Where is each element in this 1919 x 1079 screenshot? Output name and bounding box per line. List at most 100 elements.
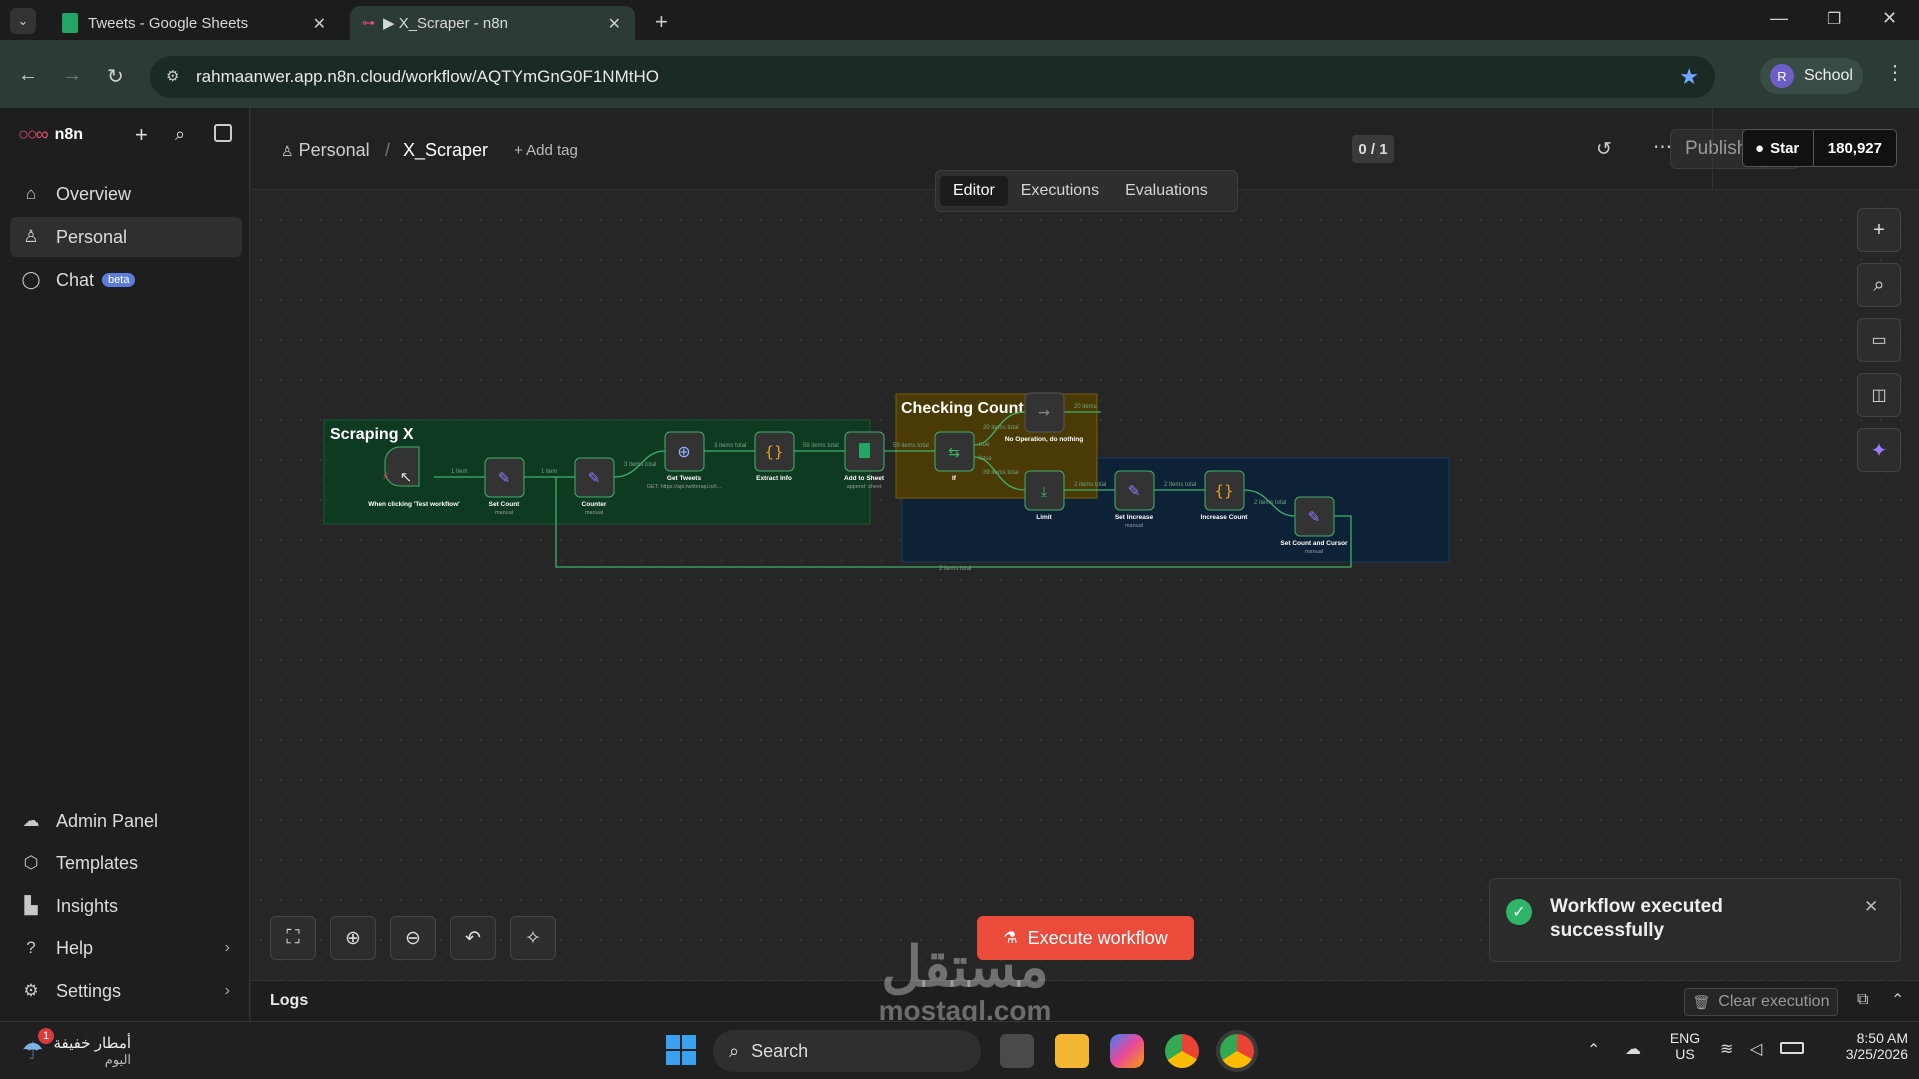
windows-start-icon[interactable] (666, 1035, 696, 1065)
fit-view-icon[interactable]: ⛶ (270, 916, 316, 960)
sidebar-item-insights[interactable]: ▙ Insights (10, 886, 242, 926)
file-explorer-icon[interactable] (1055, 1034, 1089, 1068)
task-view-icon[interactable] (1000, 1034, 1034, 1068)
node-set-increase[interactable]: ✎ (1114, 470, 1155, 511)
language-indicator[interactable]: ENG US (1664, 1030, 1706, 1062)
history-icon[interactable]: ↺ (1596, 138, 1612, 161)
add-tag-button[interactable]: + Add tag (514, 142, 578, 159)
search-icon[interactable]: ⌕ (175, 124, 185, 145)
chrome-icon[interactable] (1165, 1034, 1199, 1068)
sidebar-item-overview[interactable]: ⌂ Overview (10, 174, 242, 214)
workflow-canvas[interactable]: Scraping X Checking Count 1 item 1 item … (251, 190, 1919, 980)
sidebar-item-chat[interactable]: ◯ Chat beta (10, 260, 242, 300)
tab-evaluations[interactable]: Evaluations (1112, 176, 1221, 206)
tab-list-chevron-icon[interactable]: ⌄ (10, 8, 36, 34)
close-window-icon[interactable]: ✕ (1882, 8, 1897, 29)
restore-icon[interactable]: ❐ (1827, 9, 1841, 29)
profile-button[interactable]: R School (1760, 58, 1863, 94)
sidebar-item-admin-panel[interactable]: ☁ Admin Panel (10, 801, 242, 841)
node-increase-count[interactable]: {} (1204, 470, 1245, 511)
sticky-note-icon[interactable]: ▭ (1857, 318, 1901, 362)
node-limit[interactable]: ⤓ (1024, 470, 1065, 511)
node-sublabel: manual (1125, 523, 1143, 529)
node-label: Set Count (489, 501, 521, 508)
group-title-scraping: Scraping X (330, 426, 414, 443)
toast-message: Workflow executed successfully (1550, 896, 1723, 941)
new-tab-plus-icon[interactable]: + (655, 9, 668, 35)
tab-editor[interactable]: Editor (940, 176, 1008, 206)
undo-icon[interactable]: ↶ (450, 916, 496, 960)
node-label: Extract Info (756, 475, 792, 482)
node-set-count-and-cursor[interactable]: ✎ (1294, 496, 1335, 537)
node-get-tweets[interactable]: ⊕ (664, 431, 705, 472)
sidebar-item-personal[interactable]: ♙ Personal (10, 217, 242, 257)
search-nodes-icon[interactable]: ⌕ (1857, 263, 1901, 307)
onedrive-icon[interactable]: ☁ (1625, 1039, 1641, 1059)
sidebar: ○○∞ n8n + ⌕ ⌂ Overview ♙ Personal ◯ Chat… (0, 108, 250, 1021)
edge-label: 3 items total (714, 443, 746, 449)
panel-toggle-icon[interactable]: ◫ (1857, 373, 1901, 417)
url-input[interactable]: ⚙ rahmaanwer.app.n8n.cloud/workflow/AQTY… (150, 56, 1715, 98)
execute-workflow-button[interactable]: ⚗ Execute workflow (977, 916, 1194, 960)
node-add-to-sheet[interactable] (844, 431, 885, 472)
site-info-icon[interactable]: ⚙ (166, 67, 179, 85)
copilot-icon[interactable] (1110, 1034, 1144, 1068)
edge-label: 2 items total (1164, 482, 1196, 488)
popout-icon[interactable]: ⧉ (1857, 991, 1868, 1009)
node-extract-info[interactable]: {} (754, 431, 795, 472)
clear-execution-button[interactable]: 🗑 Clear execution (1684, 988, 1838, 1016)
chrome-profile-icon[interactable] (1220, 1034, 1254, 1068)
node-counter[interactable]: ✎ (574, 457, 615, 498)
close-tab-icon[interactable]: ✕ (313, 14, 326, 34)
edge-label: 59 items total (893, 443, 929, 449)
zoom-out-icon[interactable]: ⊖ (390, 916, 436, 960)
add-node-plus-icon[interactable]: + (1857, 208, 1901, 252)
tab-n8n-workflow[interactable]: ⊶ ▶ X_Scraper - n8n ✕ (350, 6, 635, 40)
battery-icon[interactable] (1780, 1042, 1804, 1054)
node-sublabel: append: sheet (847, 484, 882, 490)
workflow-name[interactable]: X_Scraper (403, 140, 488, 161)
weather-widget[interactable]: ☂ 1 أمطار خفيفة اليوم (22, 1028, 131, 1068)
avatar: R (1770, 64, 1794, 88)
zoom-in-icon[interactable]: ⊕ (330, 916, 376, 960)
sidebar-item-templates[interactable]: ⬡ Templates (10, 843, 242, 883)
close-icon[interactable]: ✕ (1864, 897, 1878, 917)
browser-menu-icon[interactable]: ⋮ (1885, 60, 1905, 85)
sidebar-item-help[interactable]: ? Help › (10, 928, 242, 968)
tab-google-sheets[interactable]: Tweets - Google Sheets ✕ (50, 6, 340, 40)
n8n-logo[interactable]: ○○∞ n8n (18, 124, 83, 145)
tab-executions[interactable]: Executions (1008, 176, 1112, 206)
tidy-up-icon[interactable]: ✧ (510, 916, 556, 960)
breadcrumb-project[interactable]: ♙ Personal (281, 140, 370, 161)
edge-label: 1 item (451, 469, 467, 475)
collapse-sidebar-icon[interactable] (214, 124, 232, 142)
volume-icon[interactable]: ◁ (1750, 1039, 1762, 1059)
more-options-icon[interactable]: ⋯ (1653, 136, 1672, 159)
chevron-up-icon[interactable]: ⌃ (1891, 990, 1904, 1010)
reload-icon[interactable]: ↻ (107, 64, 124, 89)
close-tab-icon[interactable]: ✕ (608, 14, 621, 34)
cloud-icon: ☁ (22, 811, 40, 830)
logs-panel-bar[interactable]: Logs 🗑 Clear execution ⧉ ⌃ (251, 980, 1919, 1021)
logs-title: Logs (270, 992, 309, 1009)
clock[interactable]: 8:50 AM 3/25/2026 (1818, 1030, 1908, 1062)
node-no-operation[interactable]: → (1024, 392, 1065, 433)
notification-badge: 1 (38, 1028, 54, 1044)
sidebar-item-settings[interactable]: ⚙ Settings › (10, 971, 242, 1011)
back-arrow-icon[interactable]: ← (18, 64, 38, 87)
add-plus-icon[interactable]: + (135, 122, 148, 148)
node-set-count[interactable]: ✎ (484, 457, 525, 498)
taskbar-search[interactable]: ⌕ Search (713, 1030, 981, 1072)
tray-chevron-up-icon[interactable]: ⌃ (1587, 1040, 1600, 1060)
github-star-button[interactable]: ● Star 180,927 (1742, 129, 1897, 167)
node-manual-trigger[interactable]: ↖ ⚡ (382, 446, 420, 487)
trash-icon: 🗑 (1692, 993, 1711, 1010)
bookmark-star-icon[interactable]: ★ (1679, 64, 1699, 90)
wifi-icon[interactable]: ≋ (1720, 1039, 1733, 1059)
url-text: rahmaanwer.app.n8n.cloud/workflow/AQTYmG… (196, 67, 659, 86)
forward-arrow-icon[interactable]: → (62, 64, 82, 87)
code-braces-icon: {} (1214, 482, 1233, 500)
minimize-icon[interactable]: — (1770, 8, 1788, 29)
ai-sparkle-icon[interactable]: ✦ (1857, 428, 1901, 472)
node-if[interactable]: ⇆ (934, 431, 975, 472)
